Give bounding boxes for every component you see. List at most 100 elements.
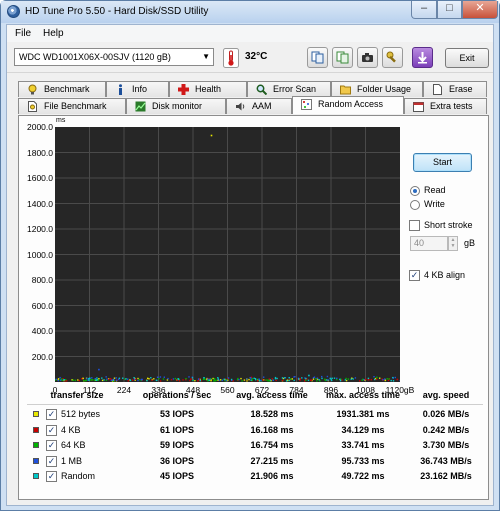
data-point — [105, 376, 107, 378]
short-stroke-label: Short stroke — [424, 220, 473, 230]
tab-health[interactable]: Health — [169, 81, 247, 97]
data-point — [194, 380, 196, 382]
data-point — [258, 380, 261, 382]
transfer-size-cell: 64 KB — [61, 440, 86, 450]
data-point — [167, 377, 169, 380]
data-point — [290, 378, 292, 380]
copy-all-icon — [336, 51, 349, 64]
data-point — [94, 378, 96, 380]
table-row: ✓ 1 MB 36 IOPS 27.215 ms 95.733 ms 36.743 MB/… — [27, 454, 483, 469]
series-enable-checkbox[interactable]: ✓ — [46, 471, 57, 482]
tab-folder-usage[interactable]: Folder Usage — [331, 81, 423, 97]
tab-benchmark[interactable]: Benchmark — [18, 81, 106, 97]
y-tick-label: 600.0 — [31, 300, 53, 311]
data-point — [55, 378, 57, 380]
screenshot-button[interactable] — [357, 47, 378, 68]
start-button[interactable]: Start — [413, 153, 472, 172]
data-point — [98, 378, 100, 380]
data-point — [345, 377, 347, 380]
data-point — [83, 380, 85, 382]
data-point — [326, 379, 328, 381]
transfer-size-cell: 1 MB — [61, 455, 83, 466]
series-enable-checkbox[interactable]: ✓ — [46, 455, 57, 467]
short-stroke-unit: gB — [464, 238, 476, 248]
data-point — [272, 379, 274, 381]
data-point — [176, 379, 179, 381]
short-stroke-input[interactable]: 40 — [410, 236, 448, 251]
app-window: HD Tune Pro 5.50 - Hard Disk/SSD Utility… — [0, 0, 500, 511]
data-point — [72, 379, 74, 381]
data-point — [82, 377, 84, 380]
tab-erase[interactable]: Erase — [423, 81, 487, 97]
data-point — [354, 377, 357, 379]
series-enable-checkbox[interactable]: ✓ — [46, 440, 57, 451]
menu-file[interactable]: File — [15, 28, 31, 39]
data-point — [213, 378, 216, 380]
series-enable-checkbox[interactable]: ✓ — [46, 424, 57, 436]
data-point — [199, 379, 201, 382]
tab-error-scan[interactable]: Error Scan — [247, 81, 331, 97]
series-color-swatch — [33, 442, 39, 448]
data-point — [159, 376, 162, 378]
tab-random-access[interactable]: Random Access — [292, 96, 404, 114]
y-tick-label: 1000.0 — [27, 249, 53, 260]
data-point — [388, 378, 390, 380]
short-stroke-checkbox[interactable] — [409, 220, 420, 231]
data-point — [350, 378, 352, 380]
tab-info[interactable]: Info — [106, 81, 169, 97]
menu-bar: File Help — [7, 25, 493, 42]
data-point — [384, 378, 386, 380]
data-point — [227, 377, 230, 379]
close-button[interactable]: ✕ — [462, 1, 498, 19]
data-point — [133, 378, 136, 381]
data-point — [93, 379, 96, 381]
data-point — [159, 380, 162, 382]
read-radio[interactable] — [410, 186, 420, 196]
series-enable-checkbox[interactable]: ✓ — [46, 409, 57, 420]
data-point — [212, 377, 214, 380]
tab-disk-monitor[interactable]: Disk monitor — [126, 98, 226, 114]
title-bar[interactable]: HD Tune Pro 5.50 - Hard Disk/SSD Utility… — [1, 1, 499, 23]
save-results-button[interactable] — [412, 47, 433, 68]
transfer-size-cell: 512 bytes — [61, 409, 101, 419]
menu-help[interactable]: Help — [43, 28, 64, 39]
options-button[interactable] — [382, 47, 403, 68]
read-label: Read — [424, 185, 446, 195]
data-point — [387, 379, 390, 382]
data-point — [281, 377, 284, 379]
client-area: File Help WDC WD1001X06X-00SJV (1120 gB)… — [6, 24, 494, 506]
data-point — [307, 379, 310, 381]
write-radio[interactable] — [410, 200, 420, 210]
data-point — [57, 379, 60, 382]
data-point — [341, 379, 343, 381]
data-point — [225, 379, 228, 382]
short-stroke-spinner[interactable]: ▲ ▼ — [448, 236, 458, 251]
data-point-max — [376, 376, 378, 379]
tab-extra-tests[interactable]: Extra tests — [404, 98, 487, 114]
copy-text-button[interactable] — [307, 47, 328, 68]
data-point — [112, 379, 115, 381]
data-point — [88, 379, 90, 381]
data-point — [122, 377, 124, 379]
maximize-button[interactable]: □ — [437, 1, 462, 19]
avg-speed-cell: 36.743 MB/s — [420, 455, 472, 466]
data-point — [305, 379, 307, 381]
tab-aam[interactable]: AAM — [226, 98, 292, 114]
copy-info-button[interactable] — [332, 47, 353, 68]
tab-label: Health — [195, 84, 222, 94]
avg-access-cell: 21.906 ms — [250, 471, 294, 481]
header-max-access: max. access time — [325, 390, 401, 400]
align-4kb-checkbox[interactable]: ✓ — [409, 270, 420, 281]
exit-button[interactable]: Exit — [445, 48, 489, 68]
data-point — [61, 379, 63, 381]
data-point — [219, 379, 222, 381]
tab-file-benchmark[interactable]: File Benchmark — [18, 98, 126, 114]
drive-select-value: WDC WD1001X06X-00SJV (1120 gB) — [19, 52, 171, 62]
download-arrow-icon — [418, 52, 427, 64]
camera-icon — [362, 53, 373, 62]
drive-select[interactable]: WDC WD1001X06X-00SJV (1120 gB) ▼ — [14, 48, 214, 66]
data-point — [78, 379, 80, 382]
data-point — [95, 379, 97, 381]
minimize-button[interactable]: – — [411, 1, 437, 19]
data-point — [359, 380, 361, 382]
